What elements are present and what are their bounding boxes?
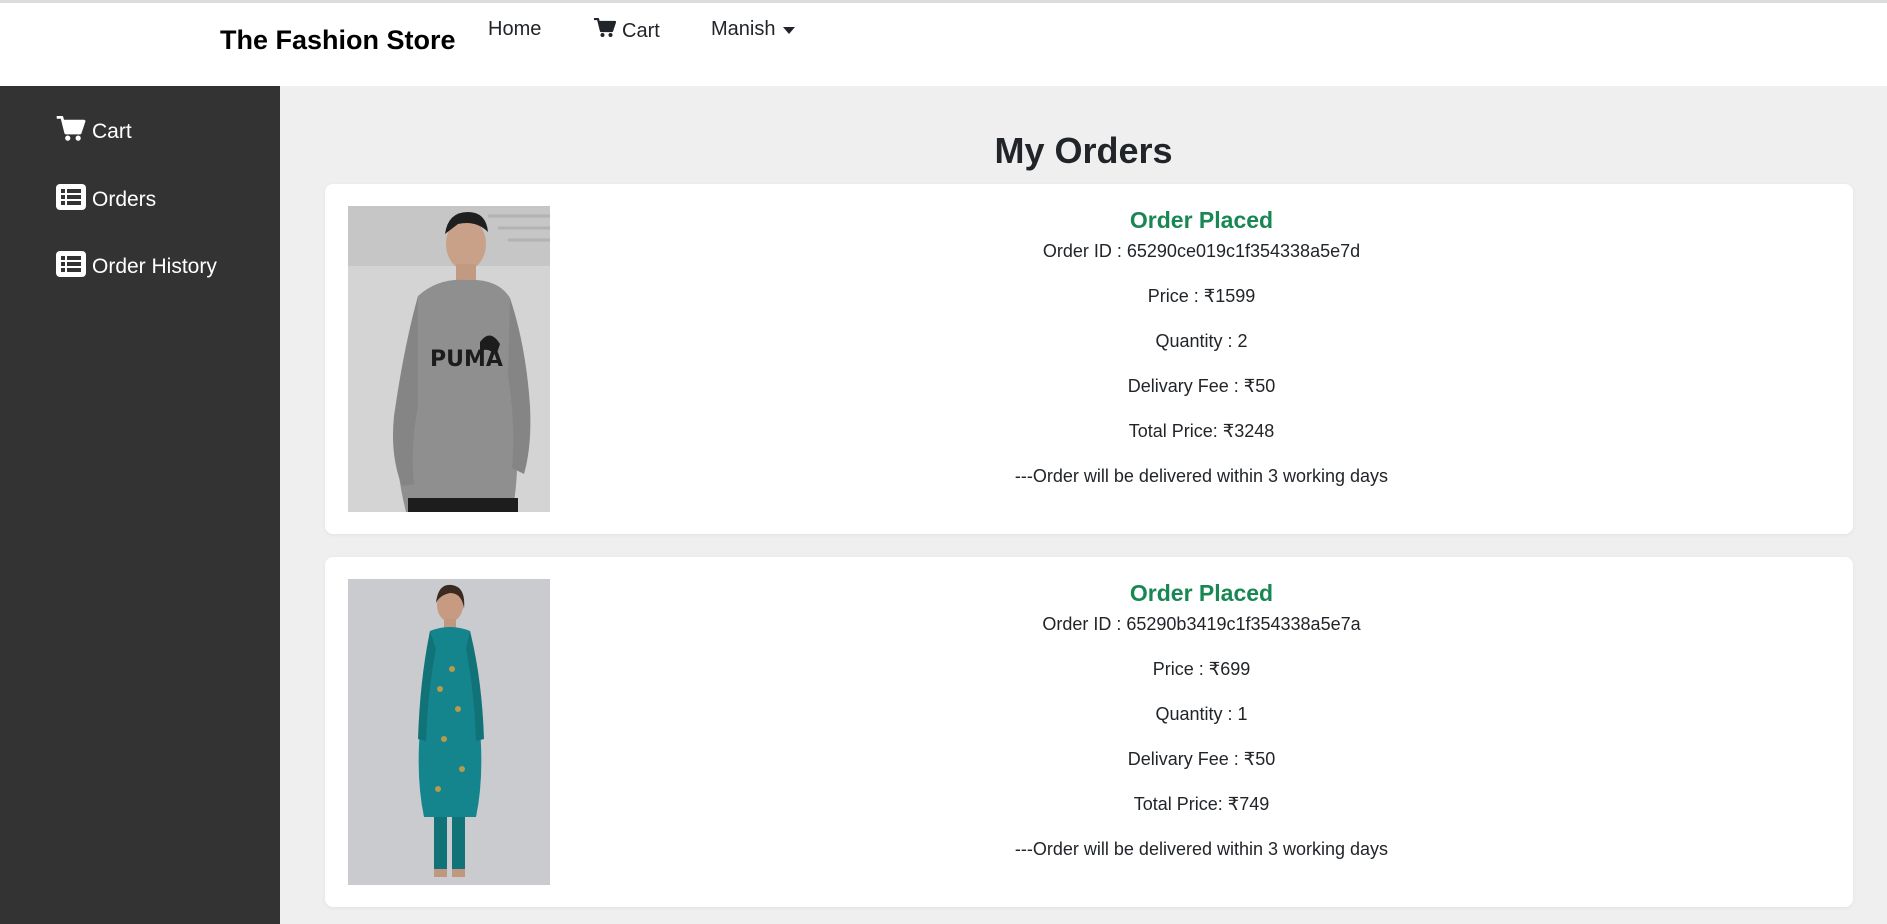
order-delivery-fee: Delivary Fee : ₹50 [1127,749,1276,769]
cart-icon [56,115,86,148]
sidebar: Cart Orders Order History [0,86,280,924]
sidebar-item-label: Order History [92,255,217,278]
user-name: Manish [711,18,776,40]
order-status: Order Placed [1129,207,1274,233]
caret-down-icon [783,27,796,34]
order-quantity: Quantity : 2 [1155,331,1248,351]
top-navbar: The Fashion Store Home Cart Manish [0,0,1887,86]
sidebar-item-label: Orders [92,188,157,211]
order-delivery-note: ---Order will be delivered within 3 work… [1014,839,1389,859]
list-icon [56,251,86,283]
cart-icon [594,17,617,44]
sidebar-item-cart[interactable]: Cart [56,115,132,148]
order-total: Total Price: ₹749 [1133,794,1270,814]
brand-title[interactable]: The Fashion Store [220,25,456,56]
order-quantity: Quantity : 1 [1155,704,1248,724]
nav-home-link[interactable]: Home [488,18,541,41]
order-delivery-note: ---Order will be delivered within 3 work… [1014,466,1389,486]
product-image [348,579,550,885]
order-card: PUMA Order Placed Order ID : 65290ce019c… [325,184,1853,534]
order-card: Order Placed Order ID : 65290b3419c1f354… [325,557,1853,907]
list-icon [56,184,86,216]
sidebar-item-orders[interactable]: Orders [56,184,156,216]
nav-cart-label: Cart [622,19,660,42]
order-delivery-fee: Delivary Fee : ₹50 [1127,376,1276,396]
order-price: Price : ₹1599 [1147,286,1256,306]
order-total: Total Price: ₹3248 [1128,421,1275,441]
order-status: Order Placed [1129,580,1274,606]
nav-cart-link[interactable]: Cart [594,17,660,44]
order-info: Order Placed Order ID : 65290ce019c1f354… [550,206,1853,510]
order-info: Order Placed Order ID : 65290b3419c1f354… [550,579,1853,883]
nav-home-label: Home [488,18,542,40]
sidebar-item-label: Cart [92,120,132,143]
page-title: My Orders [994,130,1173,171]
order-id: Order ID : 65290b3419c1f354338a5e7a [1042,614,1361,634]
product-image: PUMA [348,206,550,512]
user-dropdown[interactable]: Manish [711,18,796,41]
order-id: Order ID : 65290ce019c1f354338a5e7d [1042,241,1361,261]
order-price: Price : ₹699 [1152,659,1251,679]
sidebar-item-order-history[interactable]: Order History [56,251,217,283]
